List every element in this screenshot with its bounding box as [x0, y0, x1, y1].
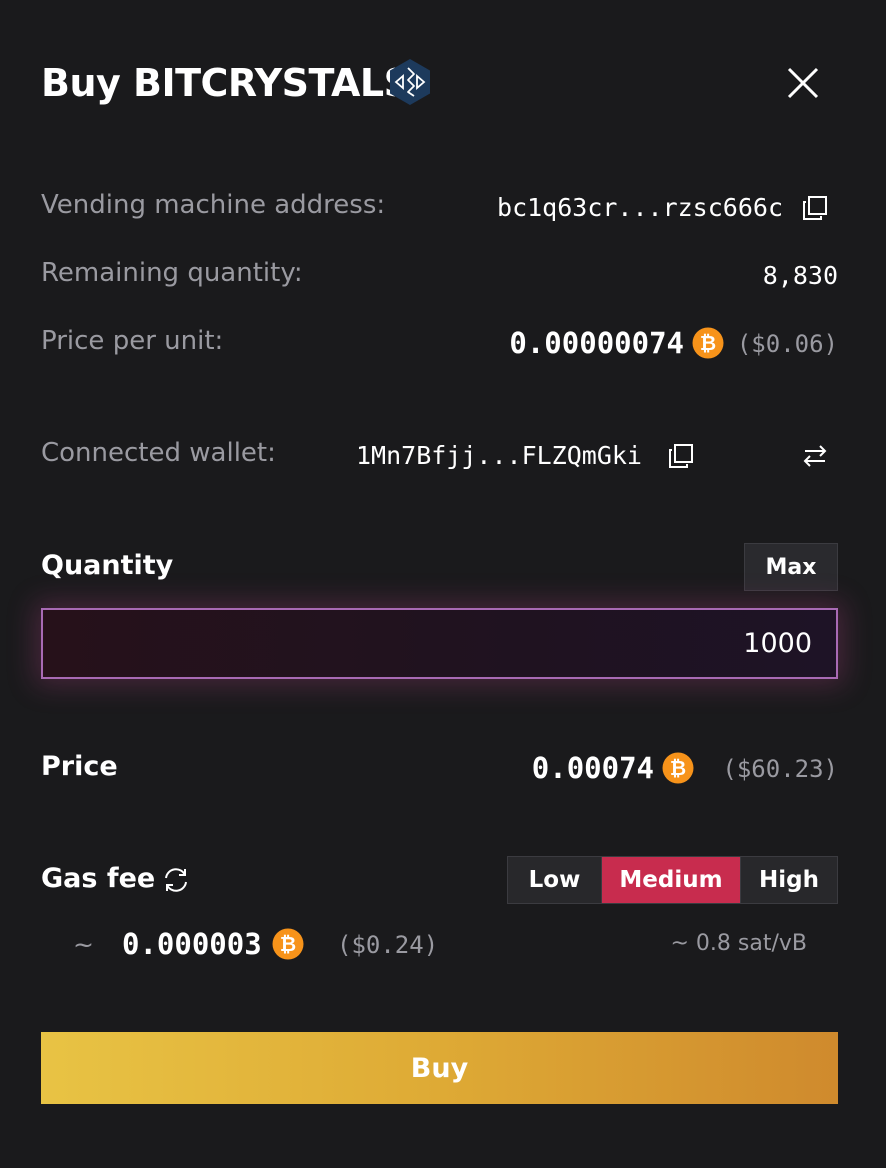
remaining-quantity-value: 8,830 — [762, 261, 838, 290]
gas-fee-rate: ~ 0.8 sat/vB — [670, 931, 807, 956]
svg-text:₿: ₿ — [700, 331, 716, 355]
bitcoin-icon: ₿ — [662, 752, 694, 784]
svg-text:₿: ₿ — [670, 756, 686, 780]
dialog-title: Buy BITCRYSTALS — [41, 61, 411, 105]
max-button[interactable]: Max — [744, 543, 838, 591]
bitcoin-icon: ₿ — [272, 928, 304, 960]
gas-fee-label: Gas fee — [41, 863, 156, 894]
vending-address-label: Vending machine address: — [41, 190, 386, 220]
price-per-unit-label: Price per unit: — [41, 326, 224, 356]
gas-fee-btc-value: 0.000003 — [122, 927, 262, 961]
remaining-quantity-label: Remaining quantity: — [41, 258, 303, 288]
vending-address-value: bc1q63cr...rzsc666c — [497, 193, 783, 222]
gas-option-high[interactable]: High — [740, 857, 837, 903]
gas-approx-symbol: ~ — [73, 930, 94, 959]
price-per-unit-btc: 0.00000074 — [509, 326, 684, 360]
buy-button[interactable]: Buy — [41, 1032, 838, 1104]
connected-wallet-address: 1Mn7Bfjj...FLZQmGki — [356, 441, 642, 470]
quantity-input[interactable] — [41, 608, 838, 679]
copy-icon[interactable] — [667, 442, 695, 470]
refresh-icon[interactable] — [161, 865, 191, 895]
swap-icon[interactable] — [801, 442, 829, 470]
price-per-unit-usd: ($0.06) — [736, 330, 838, 358]
quantity-label: Quantity — [41, 550, 174, 581]
gas-option-medium[interactable]: Medium — [602, 857, 740, 903]
price-label: Price — [41, 751, 118, 782]
price-usd-value: ($60.23) — [722, 755, 838, 783]
gas-fee-usd-value: ($0.24) — [337, 931, 439, 959]
svg-text:₿: ₿ — [280, 932, 296, 956]
connected-wallet-label: Connected wallet: — [41, 438, 276, 468]
bitcoin-icon: ₿ — [692, 327, 724, 359]
copy-icon[interactable] — [801, 194, 829, 222]
close-icon[interactable] — [782, 62, 824, 104]
gas-speed-selector: Low Medium High — [507, 856, 838, 904]
price-btc-value: 0.00074 — [531, 751, 654, 785]
bitcrystals-logo-icon — [390, 59, 430, 105]
gas-option-low[interactable]: Low — [508, 857, 602, 903]
